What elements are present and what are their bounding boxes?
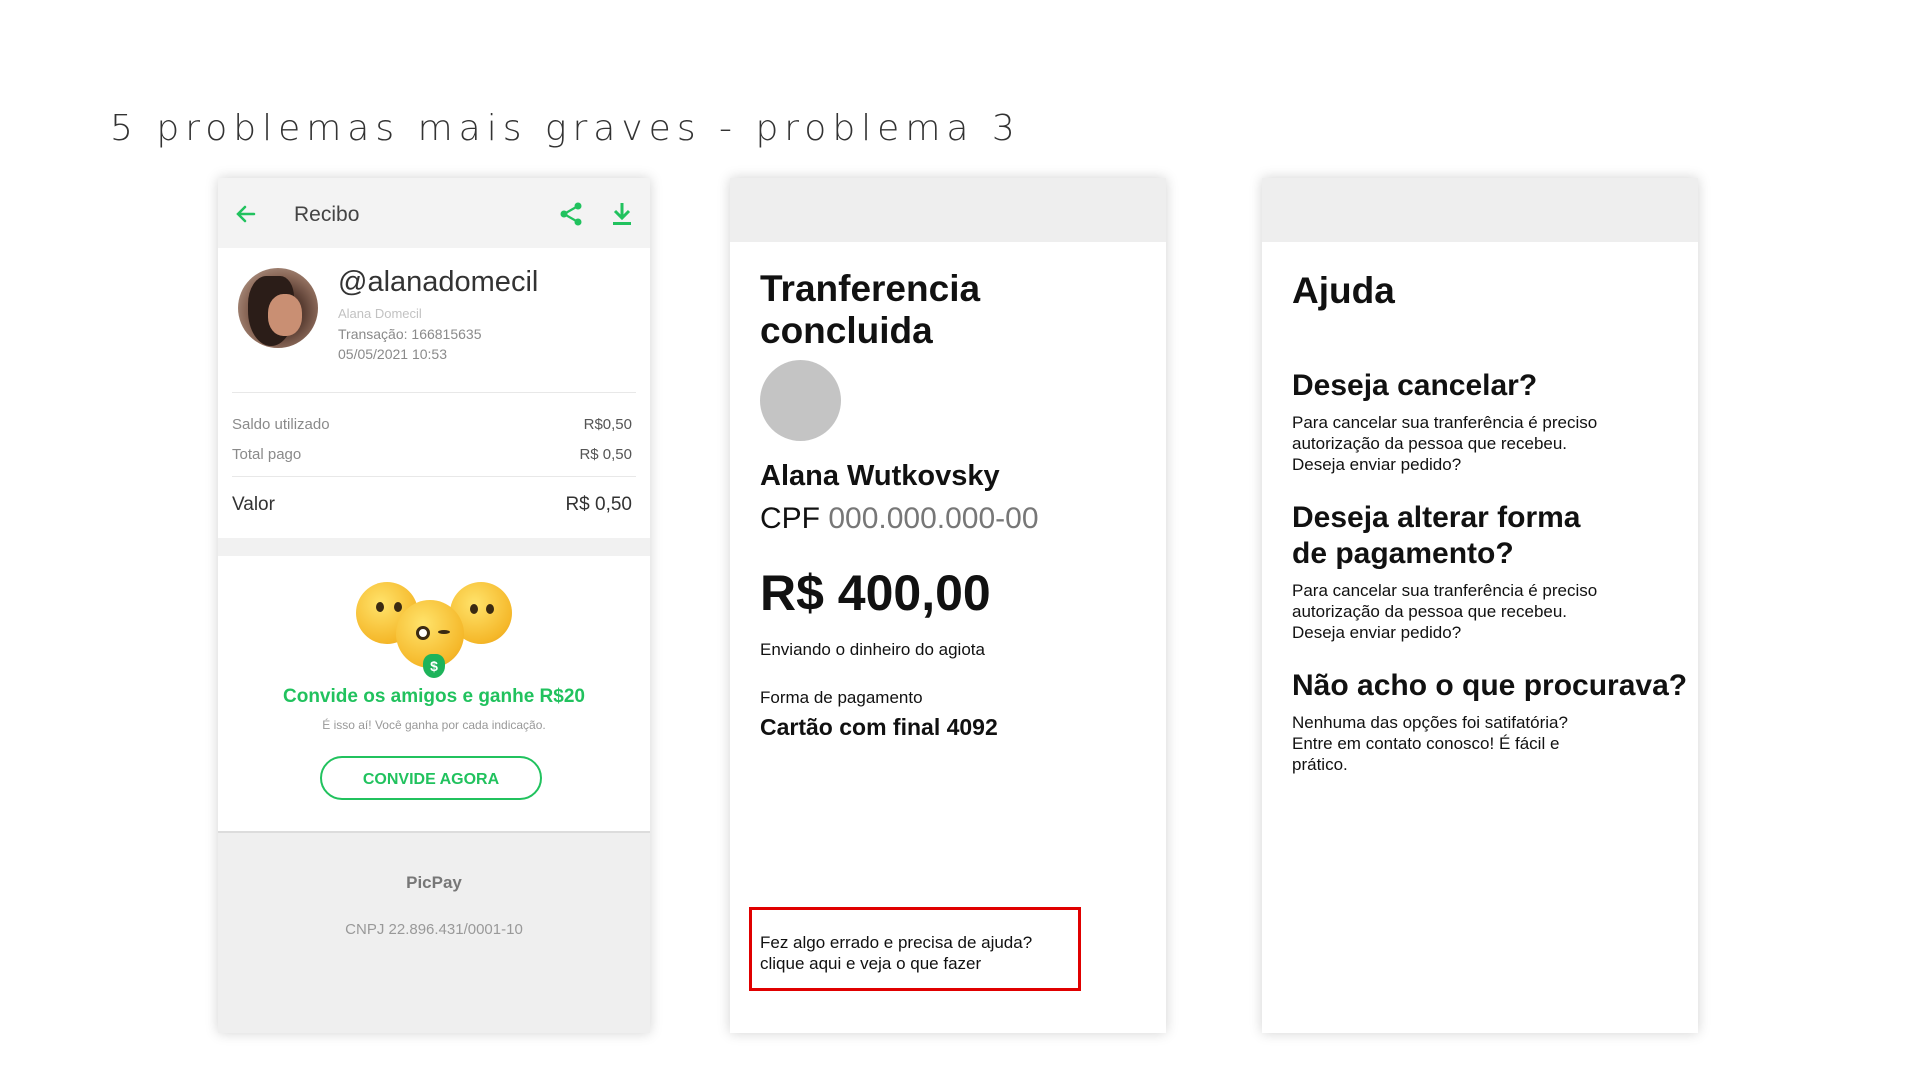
top-bar bbox=[730, 178, 1166, 242]
download-icon[interactable] bbox=[610, 201, 634, 227]
transfer-amount: R$ 400,00 bbox=[760, 565, 991, 621]
valor-value: R$ 0,50 bbox=[565, 494, 632, 515]
help-question-not-found[interactable]: Não acho o que procurava? bbox=[1292, 668, 1692, 704]
help-answer-not-found: Nenhuma das opções foi satifatória? Entr… bbox=[1292, 713, 1568, 774]
payment-method-value: Cartão com final 4092 bbox=[760, 714, 998, 740]
avatar bbox=[238, 268, 318, 348]
help-answer-payment: Para cancelar sua tranferência é preciso… bbox=[1292, 581, 1598, 642]
picpay-logo: PicPay bbox=[406, 873, 462, 892]
avatar-placeholder bbox=[760, 360, 841, 441]
cpf-label: CPF bbox=[760, 502, 820, 535]
help-screen: Ajuda Deseja cancelar? Para cancelar sua… bbox=[1262, 178, 1698, 1033]
invite-title: Convide os amigos e ganhe R$20 bbox=[283, 686, 585, 707]
recipient-cpf: CPF 000.000.000-00 bbox=[760, 502, 1039, 536]
real-name: Alana Domecil bbox=[338, 306, 422, 321]
divider bbox=[232, 476, 636, 477]
receipt-title: Recibo bbox=[294, 203, 360, 226]
payment-method-label: Forma de pagamento bbox=[760, 688, 923, 707]
help-link[interactable]: Fez algo errado e precisa de ajuda? cliq… bbox=[749, 907, 1081, 991]
valor-label: Valor bbox=[232, 494, 275, 515]
help-question-payment[interactable]: Deseja alterar forma de pagamento? bbox=[1292, 500, 1582, 572]
help-link-line2: clique aqui e veja o que fazer bbox=[760, 954, 982, 973]
receipt-footer: PicPay CNPJ 22.896.431/0001-10 bbox=[218, 831, 650, 1033]
transaction-id: Transação: 166815635 bbox=[338, 326, 482, 342]
transfer-screen: Tranferencia concluida Alana Wutkovsky C… bbox=[730, 178, 1166, 1033]
cpf-value: 000.000.000-00 bbox=[828, 502, 1039, 535]
balance-used-label: Saldo utilizado bbox=[232, 416, 330, 433]
transfer-heading: Tranferencia concluida bbox=[760, 268, 981, 351]
total-paid-label: Total pago bbox=[232, 446, 302, 463]
help-question-cancel[interactable]: Deseja cancelar? bbox=[1292, 368, 1692, 404]
help-answer-cancel: Para cancelar sua tranferência é preciso… bbox=[1292, 413, 1598, 474]
recipient-name: Alana Wutkovsky bbox=[760, 460, 1000, 492]
transaction-date: 05/05/2021 10:53 bbox=[338, 346, 447, 362]
invite-card: $ Convide os amigos e ganhe R$20 É isso … bbox=[218, 556, 650, 832]
invite-subtitle: É isso aí! Você ganha por cada indicação… bbox=[322, 718, 546, 732]
back-arrow-icon[interactable] bbox=[234, 202, 258, 226]
username: @alanadomecil bbox=[338, 266, 539, 298]
top-bar bbox=[1262, 178, 1698, 242]
divider bbox=[232, 392, 636, 393]
slide-title: 5 problemas mais graves - problema 3 bbox=[110, 108, 1021, 149]
cnpj-text: CNPJ 22.896.431/0001-10 bbox=[345, 921, 523, 938]
total-paid-value: R$ 0,50 bbox=[579, 446, 632, 463]
receipt-screen: Recibo @alanadomecil Alana Domecil Trans… bbox=[218, 178, 650, 1033]
invite-now-button[interactable]: CONVIDE AGORA bbox=[320, 756, 542, 800]
receipt-header: Recibo bbox=[218, 178, 650, 248]
receipt-card: @alanadomecil Alana Domecil Transação: 1… bbox=[218, 248, 650, 538]
dollar-tongue-icon: $ bbox=[423, 654, 445, 678]
share-icon[interactable] bbox=[558, 201, 584, 227]
transfer-description: Enviando o dinheiro do agiota bbox=[760, 640, 985, 659]
help-link-line1: Fez algo errado e precisa de ajuda? bbox=[760, 933, 1033, 952]
balance-used-value: R$0,50 bbox=[583, 416, 632, 433]
help-title: Ajuda bbox=[1292, 270, 1395, 311]
